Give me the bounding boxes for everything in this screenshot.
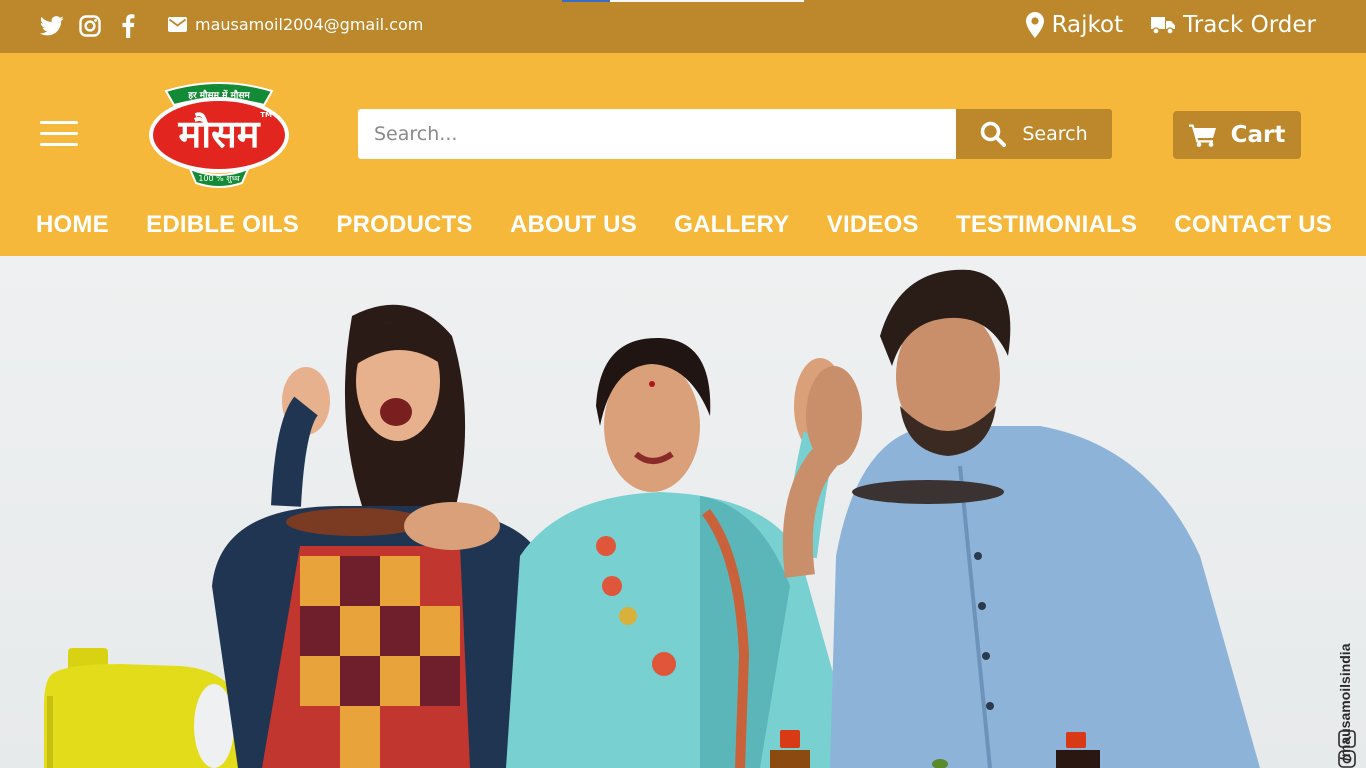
map-marker-icon — [1025, 12, 1044, 38]
social-handle: /mausamoilsindia — [1336, 566, 1360, 768]
nav-about-us[interactable]: ABOUT US — [510, 211, 637, 239]
contact-email[interactable]: mausamoil2004@gmail.com — [168, 15, 423, 34]
person-right — [782, 269, 1260, 768]
shopping-cart-icon — [1188, 124, 1216, 147]
logo-trademark: TM — [260, 111, 272, 119]
search-input[interactable] — [358, 109, 956, 159]
twitter-icon[interactable] — [40, 14, 64, 38]
search-icon — [981, 121, 1007, 147]
brand-logo[interactable]: हर मौसम में मौसम मौसम 100 % शुध्ध TM — [146, 77, 292, 189]
top-bar: mausamoil2004@gmail.com Rajkot Track Ord… — [0, 0, 1366, 53]
page-loading-fill — [562, 0, 611, 2]
social-handle-text: /mausamoilsindia — [1337, 643, 1353, 761]
nav-products[interactable]: PRODUCTS — [336, 211, 472, 239]
nav-contact-us[interactable]: CONTACT US — [1174, 211, 1332, 239]
nav-gallery[interactable]: GALLERY — [674, 211, 789, 239]
main-header: हर मौसम में मौसम मौसम 100 % शुध्ध TM Sea… — [0, 53, 1366, 256]
nav-home[interactable]: HOME — [36, 211, 109, 239]
instagram-icon[interactable] — [78, 14, 102, 38]
hero-banner: /mausamoilsindia — [0, 256, 1366, 768]
nav-testimonials[interactable]: TESTIMONIALS — [956, 211, 1137, 239]
hero-family-illustration — [44, 269, 1260, 768]
search-button[interactable]: Search — [956, 109, 1112, 159]
search-bar: Search — [358, 109, 1112, 159]
location-link[interactable]: Rajkot — [1025, 12, 1124, 38]
logo-brand-text: मौसम — [178, 112, 261, 156]
envelope-icon — [168, 17, 187, 32]
track-order-link[interactable]: Track Order — [1151, 12, 1316, 38]
page-loading-bar — [562, 0, 804, 2]
email-text: mausamoil2004@gmail.com — [195, 15, 424, 34]
truck-icon — [1151, 17, 1176, 35]
hamburger-menu-icon[interactable] — [40, 121, 78, 147]
cart-label: Cart — [1230, 122, 1286, 148]
track-order-label: Track Order — [1183, 12, 1316, 38]
location-label: Rajkot — [1051, 12, 1124, 38]
social-links — [40, 14, 140, 38]
facebook-icon[interactable] — [116, 14, 140, 38]
oil-can-illustration — [44, 648, 250, 768]
logo-tagline: हर मौसम में मौसम — [187, 89, 250, 101]
nav-videos[interactable]: VIDEOS — [827, 211, 919, 239]
top-right-links: Rajkot Track Order — [1025, 12, 1316, 38]
main-navigation: HOME EDIBLE OILS PRODUCTS ABOUT US GALLE… — [36, 211, 1332, 239]
cart-button[interactable]: Cart — [1173, 111, 1301, 159]
nav-edible-oils[interactable]: EDIBLE OILS — [146, 211, 299, 239]
logo-purity-text: 100 % शुध्ध — [198, 174, 240, 184]
search-button-label: Search — [1022, 123, 1088, 145]
